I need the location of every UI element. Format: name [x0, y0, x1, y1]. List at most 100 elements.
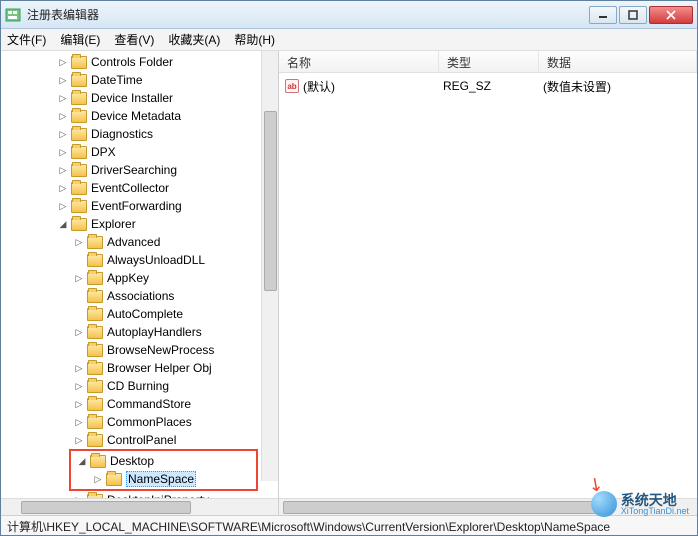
- expand-icon[interactable]: ▷: [57, 110, 69, 122]
- menu-view[interactable]: 查看(V): [114, 31, 154, 48]
- scrollbar-thumb[interactable]: [264, 111, 277, 291]
- tree-node-label: Desktop: [110, 454, 154, 468]
- folder-icon: [87, 398, 103, 411]
- expand-icon[interactable]: ▷: [57, 182, 69, 194]
- maximize-button[interactable]: [619, 6, 647, 24]
- titlebar[interactable]: 注册表编辑器: [1, 1, 697, 29]
- expand-icon[interactable]: ▷: [73, 434, 85, 446]
- registry-editor-window: 注册表编辑器 文件(F) 编辑(E) 查看(V) 收藏夹(A) 帮助(H) ▷C…: [0, 0, 698, 536]
- tree-node-label: Device Metadata: [91, 109, 181, 123]
- expand-icon[interactable]: ▷: [57, 128, 69, 140]
- tree-node[interactable]: ▷ Diagnostics: [1, 125, 278, 143]
- expand-icon[interactable]: ▷: [57, 74, 69, 86]
- tree-node[interactable]: ▷EventForwarding: [1, 197, 278, 215]
- menu-help[interactable]: 帮助(H): [234, 31, 275, 48]
- tree-node-label: CommonPlaces: [107, 415, 192, 429]
- expand-icon[interactable]: ▷: [57, 146, 69, 158]
- tree-node-label: NameSpace: [126, 471, 196, 487]
- annotation-highlight: ◢ Desktop ▷ NameSpace: [69, 449, 258, 491]
- list-body[interactable]: ab (默认) REG_SZ (数值未设置): [279, 73, 697, 498]
- expand-icon[interactable]: ▷: [73, 380, 85, 392]
- expand-icon[interactable]: ▷: [73, 236, 85, 248]
- tree-node[interactable]: ▷ NameSpace: [72, 470, 255, 488]
- expand-icon[interactable]: ▷: [92, 473, 104, 485]
- expand-icon[interactable]: ▷: [73, 362, 85, 374]
- tree-node[interactable]: ▷Browser Helper Obj: [1, 359, 278, 377]
- folder-icon: [71, 92, 87, 105]
- tree-node-label: CD Burning: [107, 379, 169, 393]
- tree-node[interactable]: ▷DateTime: [1, 71, 278, 89]
- expand-icon[interactable]: ▷: [73, 398, 85, 410]
- tree-node[interactable]: AlwaysUnloadDLL: [1, 251, 278, 269]
- col-type[interactable]: 类型: [439, 51, 539, 72]
- tree-node[interactable]: ▷ CD Burning: [1, 377, 278, 395]
- tree-node[interactable]: ▷AppKey: [1, 269, 278, 287]
- tree-node[interactable]: ◢Explorer: [1, 215, 278, 233]
- tree-node-label: AlwaysUnloadDLL: [107, 253, 205, 267]
- list-horizontal-scrollbar[interactable]: [279, 498, 697, 515]
- list-row[interactable]: ab (默认) REG_SZ (数值未设置): [285, 77, 691, 95]
- tree-node[interactable]: BrowseNewProcess: [1, 341, 278, 359]
- expand-icon[interactable]: ▷: [73, 326, 85, 338]
- folder-icon: [87, 434, 103, 447]
- tree-node[interactable]: Associations: [1, 287, 278, 305]
- expand-icon[interactable]: ▷: [57, 92, 69, 104]
- collapse-icon[interactable]: ◢: [76, 455, 88, 467]
- tree-node[interactable]: ▷DesktopIniProperty: [1, 491, 278, 498]
- tree-vertical-scrollbar[interactable]: [261, 51, 278, 481]
- collapse-icon[interactable]: ◢: [57, 218, 69, 230]
- maximize-icon: [628, 10, 638, 20]
- col-name[interactable]: 名称: [279, 51, 439, 72]
- tree-horizontal-scrollbar[interactable]: [1, 498, 278, 515]
- statusbar: 计算机\HKEY_LOCAL_MACHINE\SOFTWARE\Microsof…: [1, 515, 697, 535]
- close-icon: [666, 10, 676, 20]
- tree-node[interactable]: ▷EventCollector: [1, 179, 278, 197]
- scrollbar-thumb[interactable]: [283, 501, 613, 514]
- minimize-button[interactable]: [589, 6, 617, 24]
- string-value-icon: ab: [285, 79, 299, 93]
- folder-icon: [71, 74, 87, 87]
- menu-file[interactable]: 文件(F): [7, 31, 46, 48]
- tree-node[interactable]: ▷Advanced: [1, 233, 278, 251]
- window-buttons: [589, 6, 693, 24]
- tree-node-label: Associations: [107, 289, 174, 303]
- folder-icon: [90, 455, 106, 468]
- col-data[interactable]: 数据: [539, 51, 697, 72]
- tree-pane: ▷Controls Folder▷DateTime▷Device Install…: [1, 51, 279, 515]
- expand-icon: [73, 254, 85, 266]
- tree-node[interactable]: ▷ DPX: [1, 143, 278, 161]
- folder-icon: [71, 164, 87, 177]
- tree-node-label: DPX: [91, 145, 116, 159]
- expand-icon[interactable]: ▷: [57, 200, 69, 212]
- folder-icon: [71, 200, 87, 213]
- folder-icon: [71, 110, 87, 123]
- expand-icon[interactable]: ▷: [73, 272, 85, 284]
- value-type: REG_SZ: [443, 79, 543, 93]
- tree-node-label: BrowseNewProcess: [107, 343, 214, 357]
- folder-icon: [87, 416, 103, 429]
- tree-node[interactable]: AutoComplete: [1, 305, 278, 323]
- menu-edit[interactable]: 编辑(E): [60, 31, 100, 48]
- menu-favorites[interactable]: 收藏夹(A): [168, 31, 220, 48]
- folder-icon: [71, 218, 87, 231]
- tree-node[interactable]: ▷ CommonPlaces: [1, 413, 278, 431]
- tree-node[interactable]: ▷Controls Folder: [1, 53, 278, 71]
- expand-icon[interactable]: ▷: [57, 164, 69, 176]
- scrollbar-thumb[interactable]: [21, 501, 191, 514]
- tree-node[interactable]: ▷ DriverSearching: [1, 161, 278, 179]
- tree-view[interactable]: ▷Controls Folder▷DateTime▷Device Install…: [1, 51, 278, 498]
- tree-node-label: Device Installer: [91, 91, 173, 105]
- tree-node-label: DriverSearching: [91, 163, 177, 177]
- tree-node[interactable]: ▷ Device Metadata: [1, 107, 278, 125]
- tree-node[interactable]: ▷ Device Installer: [1, 89, 278, 107]
- app-icon: [5, 7, 21, 23]
- close-button[interactable]: [649, 6, 693, 24]
- folder-icon: [87, 254, 103, 267]
- tree-node[interactable]: ▷ControlPanel: [1, 431, 278, 449]
- tree-node-label: Diagnostics: [91, 127, 153, 141]
- tree-node[interactable]: ▷CommandStore: [1, 395, 278, 413]
- tree-node[interactable]: ◢ Desktop: [72, 452, 255, 470]
- expand-icon[interactable]: ▷: [73, 416, 85, 428]
- expand-icon[interactable]: ▷: [57, 56, 69, 68]
- tree-node[interactable]: ▷AutoplayHandlers: [1, 323, 278, 341]
